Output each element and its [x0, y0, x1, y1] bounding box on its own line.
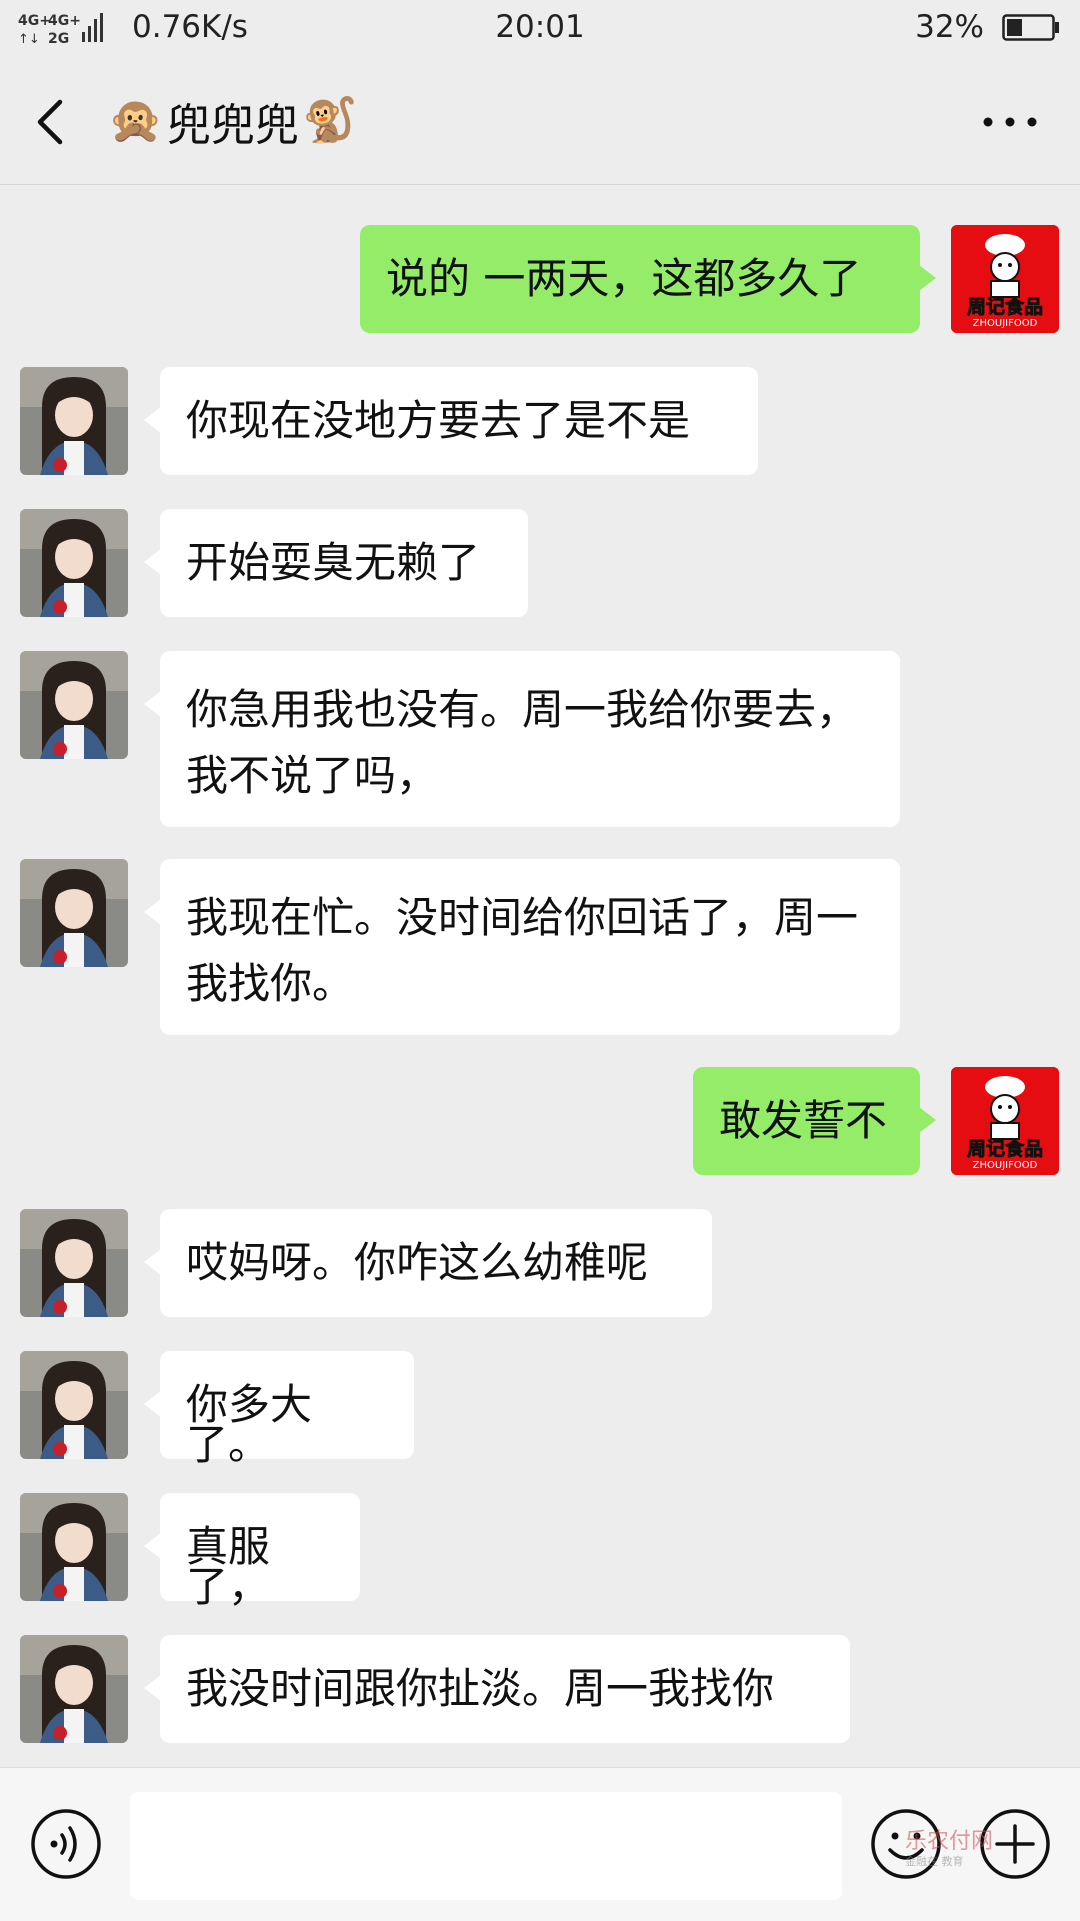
chat-header: 🙊 兜兜兜 🐒 — [0, 58, 1080, 185]
message-bubble-received[interactable]: 你多大了。 — [144, 1351, 414, 1466]
girl-portrait-icon — [20, 1209, 128, 1317]
message-bubble-received[interactable]: 真服了， — [144, 1493, 360, 1608]
message-input[interactable] — [130, 1792, 842, 1900]
voice-icon[interactable] — [30, 1808, 102, 1880]
zhouji-food-logo-icon: 周记食品 ZHOUJIFOOD — [951, 225, 1059, 333]
contact-avatar[interactable] — [20, 859, 128, 967]
girl-portrait-icon — [20, 1635, 128, 1743]
message-bubble-received[interactable]: 哎妈呀。你咋这么幼稚呢 — [144, 1209, 712, 1317]
message-bubble-received[interactable]: 你急用我也没有。周一我给你要去，我不说了吗， — [144, 651, 900, 827]
girl-portrait-icon — [20, 509, 128, 617]
battery-percent: 32% — [915, 9, 984, 45]
my-avatar[interactable]: 周记食品 ZHOUJIFOOD — [951, 225, 1059, 333]
my-avatar[interactable]: 周记食品 ZHOUJIFOOD — [951, 1067, 1059, 1175]
svg-text:ZHOUJIFOOD: ZHOUJIFOOD — [973, 318, 1038, 329]
zhouji-food-logo-icon: 周记食品 ZHOUJIFOOD — [951, 1067, 1059, 1175]
svg-text:周记食品: 周记食品 — [967, 1137, 1043, 1160]
girl-portrait-icon — [20, 1351, 128, 1459]
contact-avatar[interactable] — [20, 509, 128, 617]
back-arrow-icon[interactable] — [30, 94, 74, 150]
contact-avatar[interactable] — [20, 367, 128, 475]
contact-avatar[interactable] — [20, 1635, 128, 1743]
input-bar: 乐农付网 金融在 教育 — [0, 1767, 1080, 1921]
girl-portrait-icon — [20, 367, 128, 475]
message-bubble-sent[interactable]: 说的 一两天，这都多久了 — [360, 225, 936, 333]
contact-avatar[interactable] — [20, 1209, 128, 1317]
contact-avatar[interactable] — [20, 651, 128, 759]
message-bubble-received[interactable]: 你现在没地方要去了是不是 — [144, 367, 758, 475]
watermark: 乐农付网 金融在 教育 — [905, 1829, 1025, 1872]
contact-name: 兜兜兜 — [166, 100, 299, 151]
message-bubble-received[interactable]: 我没时间跟你扯淡。周一我找你 — [144, 1635, 850, 1743]
contact-avatar[interactable] — [20, 1493, 128, 1601]
svg-text:周记食品: 周记食品 — [967, 295, 1043, 318]
girl-portrait-icon — [20, 859, 128, 967]
svg-text:ZHOUJIFOOD: ZHOUJIFOOD — [973, 1160, 1038, 1171]
monkey-emoji-right: 🐒 — [302, 95, 358, 146]
more-options-icon[interactable] — [980, 112, 1040, 132]
girl-portrait-icon — [20, 1493, 128, 1601]
message-bubble-received[interactable]: 我现在忙。没时间给你回话了，周一我找你。 — [144, 859, 900, 1035]
chat-title: 🙊 兜兜兜 🐒 — [108, 88, 358, 154]
battery-icon — [1002, 14, 1059, 41]
message-bubble-received[interactable]: 开始耍臭无赖了 — [144, 509, 528, 617]
message-bubble-sent[interactable]: 敢发誓不 — [693, 1067, 936, 1175]
watermark-sub: 金融在 教育 — [905, 1855, 964, 1868]
message-list[interactable]: 说的 一两天，这都多久了 周记食品 ZHOUJIFOOD 你现在没地方要去了是不… — [0, 185, 1080, 1767]
status-bar: 4G+ 4G+ 2G ↑↓ 0.76K/s 20:01 32% — [0, 0, 1080, 58]
monkey-emoji-left: 🙊 — [108, 95, 163, 146]
girl-portrait-icon — [20, 651, 128, 759]
contact-avatar[interactable] — [20, 1351, 128, 1459]
watermark-main: 乐农付网 — [905, 1829, 994, 1854]
